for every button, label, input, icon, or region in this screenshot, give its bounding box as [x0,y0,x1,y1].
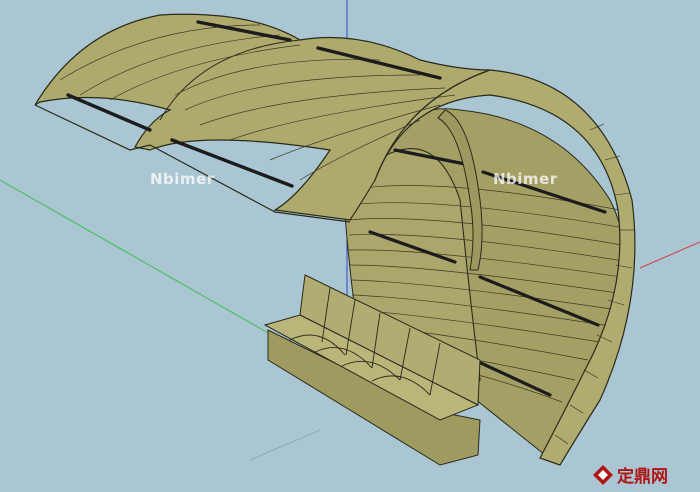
watermark-right: Nbimer [493,170,558,188]
site-logo: 定鼎网 [592,462,668,487]
green-axis [0,179,271,335]
guide-line [249,429,321,461]
canopy-model[interactable] [34,13,636,466]
logo-text: 定鼎网 [617,467,668,487]
red-axis [639,241,700,269]
watermark-left: Nbimer [150,170,215,188]
dingding-logo-icon [593,464,613,485]
3d-model-viewport[interactable] [0,0,700,492]
